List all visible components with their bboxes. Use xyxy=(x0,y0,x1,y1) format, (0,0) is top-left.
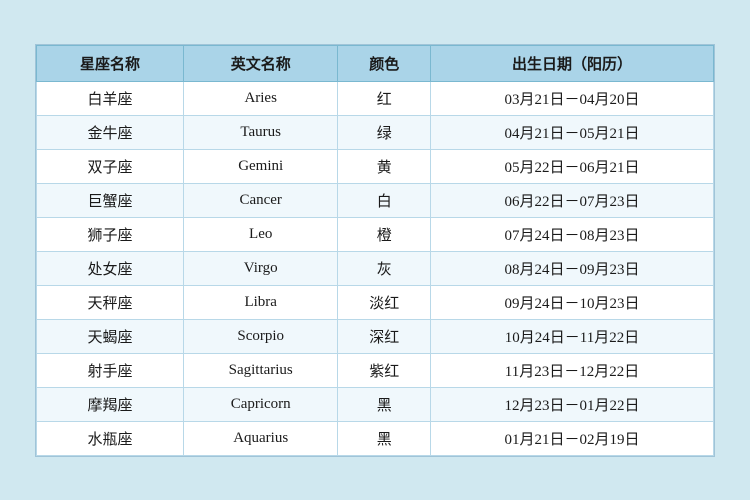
cell-chinese-name: 白羊座 xyxy=(37,81,184,115)
cell-dates: 04月21日－05月21日 xyxy=(430,115,713,149)
cell-dates: 08月24日－09月23日 xyxy=(430,251,713,285)
cell-chinese-name: 天蝎座 xyxy=(37,319,184,353)
zodiac-table-wrapper: 星座名称 英文名称 颜色 出生日期（阳历） 白羊座Aries红03月21日－04… xyxy=(35,44,715,457)
cell-english-name: Taurus xyxy=(183,115,337,149)
cell-dates: 01月21日－02月19日 xyxy=(430,421,713,455)
table-row: 射手座Sagittarius紫红11月23日－12月22日 xyxy=(37,353,714,387)
table-row: 金牛座Taurus绿04月21日－05月21日 xyxy=(37,115,714,149)
cell-color: 红 xyxy=(338,81,431,115)
cell-color: 绿 xyxy=(338,115,431,149)
cell-english-name: Sagittarius xyxy=(183,353,337,387)
table-row: 摩羯座Capricorn黑12月23日－01月22日 xyxy=(37,387,714,421)
zodiac-table: 星座名称 英文名称 颜色 出生日期（阳历） 白羊座Aries红03月21日－04… xyxy=(36,45,714,456)
cell-chinese-name: 射手座 xyxy=(37,353,184,387)
cell-chinese-name: 天秤座 xyxy=(37,285,184,319)
cell-chinese-name: 双子座 xyxy=(37,149,184,183)
cell-color: 黑 xyxy=(338,421,431,455)
cell-chinese-name: 狮子座 xyxy=(37,217,184,251)
cell-color: 深红 xyxy=(338,319,431,353)
table-row: 白羊座Aries红03月21日－04月20日 xyxy=(37,81,714,115)
cell-english-name: Cancer xyxy=(183,183,337,217)
cell-chinese-name: 处女座 xyxy=(37,251,184,285)
cell-english-name: Capricorn xyxy=(183,387,337,421)
cell-color: 黑 xyxy=(338,387,431,421)
cell-color: 灰 xyxy=(338,251,431,285)
cell-chinese-name: 水瓶座 xyxy=(37,421,184,455)
cell-color: 白 xyxy=(338,183,431,217)
cell-dates: 03月21日－04月20日 xyxy=(430,81,713,115)
cell-english-name: Scorpio xyxy=(183,319,337,353)
header-chinese-name: 星座名称 xyxy=(37,45,184,81)
cell-english-name: Libra xyxy=(183,285,337,319)
table-row: 处女座Virgo灰08月24日－09月23日 xyxy=(37,251,714,285)
cell-dates: 09月24日－10月23日 xyxy=(430,285,713,319)
table-row: 狮子座Leo橙07月24日－08月23日 xyxy=(37,217,714,251)
table-header-row: 星座名称 英文名称 颜色 出生日期（阳历） xyxy=(37,45,714,81)
cell-english-name: Aries xyxy=(183,81,337,115)
table-body: 白羊座Aries红03月21日－04月20日金牛座Taurus绿04月21日－0… xyxy=(37,81,714,455)
header-english-name: 英文名称 xyxy=(183,45,337,81)
cell-color: 黄 xyxy=(338,149,431,183)
cell-chinese-name: 金牛座 xyxy=(37,115,184,149)
table-row: 巨蟹座Cancer白06月22日－07月23日 xyxy=(37,183,714,217)
cell-chinese-name: 巨蟹座 xyxy=(37,183,184,217)
cell-color: 紫红 xyxy=(338,353,431,387)
cell-english-name: Gemini xyxy=(183,149,337,183)
cell-english-name: Leo xyxy=(183,217,337,251)
cell-color: 橙 xyxy=(338,217,431,251)
table-row: 双子座Gemini黄05月22日－06月21日 xyxy=(37,149,714,183)
header-dates: 出生日期（阳历） xyxy=(430,45,713,81)
cell-color: 淡红 xyxy=(338,285,431,319)
cell-english-name: Virgo xyxy=(183,251,337,285)
cell-dates: 06月22日－07月23日 xyxy=(430,183,713,217)
cell-dates: 12月23日－01月22日 xyxy=(430,387,713,421)
table-row: 水瓶座Aquarius黑01月21日－02月19日 xyxy=(37,421,714,455)
cell-chinese-name: 摩羯座 xyxy=(37,387,184,421)
header-color: 颜色 xyxy=(338,45,431,81)
cell-dates: 10月24日－11月22日 xyxy=(430,319,713,353)
table-row: 天秤座Libra淡红09月24日－10月23日 xyxy=(37,285,714,319)
cell-english-name: Aquarius xyxy=(183,421,337,455)
cell-dates: 05月22日－06月21日 xyxy=(430,149,713,183)
cell-dates: 11月23日－12月22日 xyxy=(430,353,713,387)
table-row: 天蝎座Scorpio深红10月24日－11月22日 xyxy=(37,319,714,353)
cell-dates: 07月24日－08月23日 xyxy=(430,217,713,251)
